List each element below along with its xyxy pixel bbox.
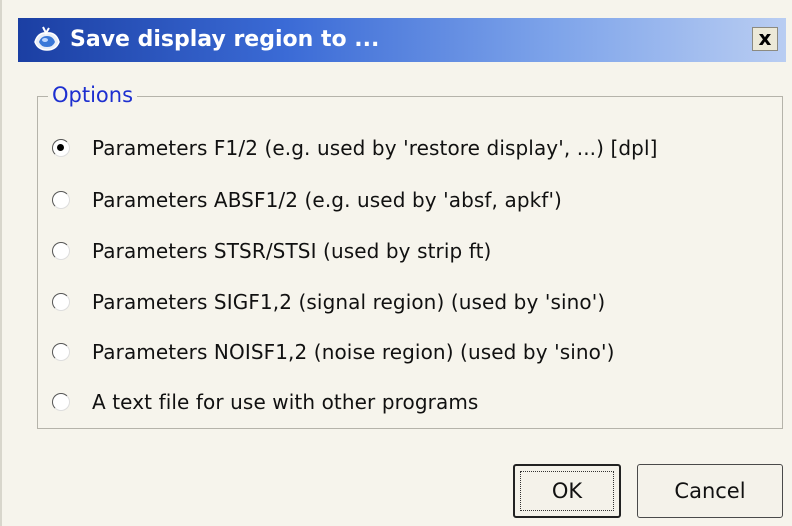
option-text-file[interactable]: A text file for use with other programs <box>52 385 478 419</box>
radio-button[interactable] <box>52 343 70 361</box>
option-parameters-absf1-2[interactable]: Parameters ABSF1/2 (e.g. used by 'absf, … <box>52 183 562 217</box>
options-group: Options Parameters F1/2 (e.g. used by 'r… <box>37 81 783 429</box>
radio-button[interactable] <box>52 242 70 260</box>
cancel-button[interactable]: Cancel <box>637 464 783 518</box>
option-label: Parameters ABSF1/2 (e.g. used by 'absf, … <box>92 188 562 212</box>
radio-button-checked[interactable] <box>52 139 70 157</box>
option-label: Parameters F1/2 (e.g. used by 'restore d… <box>92 136 658 160</box>
app-icon <box>34 26 60 51</box>
option-parameters-noisf1-2[interactable]: Parameters NOISF1,2 (noise region) (used… <box>52 335 615 369</box>
focus-ring <box>520 471 614 511</box>
option-parameters-f1-2[interactable]: Parameters F1/2 (e.g. used by 'restore d… <box>52 131 658 165</box>
cancel-button-label: Cancel <box>674 479 746 503</box>
option-label: Parameters NOISF1,2 (noise region) (used… <box>92 340 615 364</box>
ok-button[interactable]: OK <box>513 464 621 518</box>
radio-button[interactable] <box>52 393 70 411</box>
option-parameters-sigf1-2[interactable]: Parameters SIGF1,2 (signal region) (used… <box>52 285 605 319</box>
save-display-region-dialog: Save display region to ... x Options Par… <box>0 0 792 526</box>
title-bar[interactable]: Save display region to ... x <box>18 18 786 62</box>
radio-button[interactable] <box>52 293 70 311</box>
radio-button[interactable] <box>52 191 70 209</box>
options-legend: Options <box>48 81 138 109</box>
close-button[interactable]: x <box>752 27 778 51</box>
option-label: A text file for use with other programs <box>92 390 479 414</box>
option-parameters-stsr-stsi[interactable]: Parameters STSR/STSI (used by strip ft) <box>52 234 491 268</box>
option-label: Parameters SIGF1,2 (signal region) (used… <box>92 290 606 314</box>
option-label: Parameters STSR/STSI (used by strip ft) <box>92 239 492 263</box>
dialog-title: Save display region to ... <box>70 27 380 52</box>
